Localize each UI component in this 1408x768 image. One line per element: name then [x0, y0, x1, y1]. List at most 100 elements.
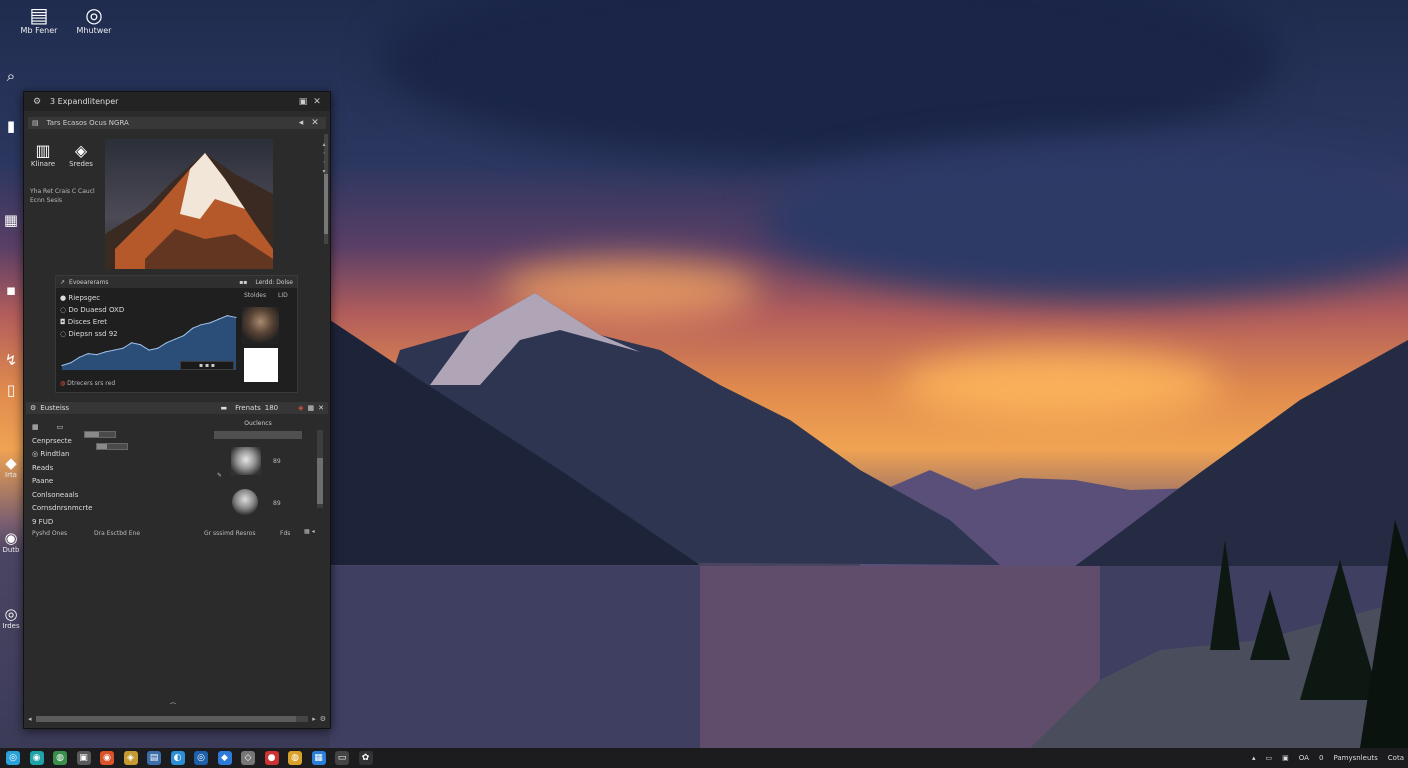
pen-icon[interactable]: ✎ — [217, 472, 222, 479]
side-icon-diamond[interactable]: ◆ Irta — [0, 455, 22, 479]
grid-icon: ▦ — [3, 211, 19, 229]
settings-icon[interactable]: ⚙ — [30, 404, 36, 412]
tool-klinare[interactable]: ▥ Klinare — [26, 142, 60, 169]
close-icon[interactable]: ✕ — [318, 404, 324, 412]
side-icon-disc[interactable]: ◉ Dutb — [0, 530, 22, 554]
desktop-icon-target[interactable]: ◎ Mhutwer — [72, 4, 116, 35]
app-icon[interactable]: ◎ — [194, 751, 208, 765]
side-icon-file[interactable]: ▯ — [0, 382, 22, 398]
side-icon-search[interactable]: ⌕ — [0, 68, 22, 84]
store-icon[interactable]: ◈ — [123, 751, 138, 765]
slider-control[interactable] — [84, 431, 116, 438]
footer-left: Pyshd Ones — [32, 530, 68, 537]
list-item[interactable]: Cornsdnrsnmcrte — [32, 502, 92, 516]
chrome-icon[interactable]: ◍ — [53, 751, 67, 765]
side-icon-record[interactable]: ◎ Irdes — [0, 606, 22, 630]
grid-icon[interactable]: ▦ ◂ — [304, 528, 315, 535]
thumbnail-portrait[interactable] — [242, 307, 279, 344]
toolbar-icon[interactable]: ▬ — [220, 404, 227, 412]
chrome2-icon[interactable]: ◍ — [288, 751, 302, 765]
side-icon-share[interactable]: ↯ — [0, 352, 22, 368]
tray-date[interactable]: Cota — [1388, 754, 1404, 762]
data-point — [87, 353, 89, 355]
preview-side-controls[interactable]: ▴ ◦ ◦ ▾ — [322, 140, 326, 176]
chart-icon: ↗ — [60, 278, 66, 286]
list-item[interactable]: ● Riepsgec — [60, 292, 124, 304]
chevron-up-icon[interactable]: ▴ — [1252, 754, 1256, 762]
scrollbar-thumb[interactable] — [324, 174, 328, 234]
display-icon[interactable]: ▣ — [1282, 754, 1289, 762]
scrollbar-thumb[interactable] — [317, 458, 323, 504]
tool-sredes[interactable]: ◈ Sredes — [64, 142, 98, 169]
tab-close-button[interactable]: ✕ — [308, 118, 322, 128]
section-right-value: 180 — [264, 404, 279, 412]
settings-icon[interactable]: ⚙ — [320, 715, 326, 723]
start-icon[interactable]: ◎ — [6, 751, 20, 765]
music-icon[interactable]: ◉ — [100, 751, 114, 765]
disc-icon: ◉ — [4, 529, 18, 547]
tab-bar[interactable]: ▤ Tars Ecasos Ocus NGRA ◂ ✕ — [28, 117, 326, 129]
pane-label: Ouclencs — [244, 420, 272, 427]
warning-icon[interactable]: ◈ — [298, 404, 303, 412]
photos-icon[interactable]: ◇ — [241, 751, 255, 765]
battery-icon[interactable]: ▭ — [1266, 754, 1273, 762]
panel-menu-icon[interactable]: ▪▪ — [239, 279, 247, 286]
edge-icon[interactable]: ◐ — [170, 751, 185, 765]
data-point — [70, 362, 72, 364]
list-item[interactable]: ◎ Rindtlan — [32, 448, 92, 462]
terminal-icon[interactable]: ▭ — [335, 751, 349, 765]
file-icon: ▯ — [6, 381, 16, 399]
record-icon[interactable]: ● — [264, 751, 279, 765]
tag-label: 89 — [273, 458, 281, 465]
tray-clock[interactable]: Pamysnleuts — [1333, 754, 1377, 762]
desktop-icon-files[interactable]: ▤ Mb Fener — [18, 4, 60, 35]
calendar-icon[interactable]: ▤ — [147, 751, 161, 765]
maximize-button[interactable]: ▣ — [296, 97, 310, 107]
scroll-left-icon[interactable]: ◂ — [28, 715, 32, 723]
scroll-right-icon[interactable]: ▸ — [312, 715, 316, 723]
tab-label[interactable]: Tars Ecasos Ocus NGRA — [47, 119, 294, 127]
mail-icon[interactable]: ▣ — [76, 751, 91, 765]
side-icon-bookmark[interactable]: ▮ — [0, 118, 22, 134]
pane-scrollbar[interactable] — [317, 430, 323, 508]
avatar[interactable] — [231, 447, 261, 475]
list-item[interactable]: Paane — [32, 475, 92, 489]
browser-icon[interactable]: ◉ — [29, 751, 44, 765]
avatar[interactable] — [232, 489, 258, 515]
image-preview[interactable] — [105, 139, 273, 269]
list-item[interactable]: 9 FUD — [32, 516, 92, 530]
window-titlebar[interactable]: ⚙ 3 Expandlitenper ▣ ✕ — [24, 92, 330, 111]
playback-controls[interactable]: ▪ ▪ ▪ — [180, 361, 234, 370]
tab-menu-icon[interactable]: ▤ — [32, 119, 39, 127]
resize-grip-icon[interactable]: ⌒ — [170, 701, 176, 710]
close-button[interactable]: ✕ — [310, 97, 324, 107]
data-point — [96, 353, 98, 356]
scrollbar-thumb[interactable] — [35, 716, 296, 722]
search-icon: ⌕ — [6, 67, 16, 85]
tray-label[interactable]: 0 — [1319, 754, 1323, 762]
tag-label: 89 — [273, 500, 281, 507]
list-item[interactable]: Reads — [32, 462, 92, 476]
thumbnail-blank[interactable] — [244, 348, 278, 382]
diamond-icon: ◆ — [5, 454, 17, 472]
data-point — [165, 342, 167, 344]
side-icon-pin[interactable]: ▪ — [0, 282, 22, 298]
list-item[interactable]: Conlsoneaals — [32, 489, 92, 503]
section-header: ⚙ Eusteiss ▬ Frenats 180 ◈ ▦ ✕ — [26, 402, 328, 414]
side-icon-grid[interactable]: ▦ — [0, 212, 22, 228]
app-menu-icon[interactable]: ⚙ — [30, 97, 44, 107]
slider-control[interactable] — [96, 443, 128, 450]
horizontal-scrollbar[interactable]: ◂ ▸ ⚙ — [28, 714, 326, 724]
grid-icon[interactable]: ▦ — [308, 404, 315, 412]
collapse-icon[interactable]: ◂ — [294, 118, 308, 128]
settings-icon[interactable]: ✿ — [358, 751, 373, 765]
window-title: 3 Expandlitenper — [50, 97, 119, 106]
files-icon[interactable]: ▦ — [311, 751, 326, 765]
pane-search-bar[interactable] — [214, 431, 302, 439]
record-icon: ◎ — [4, 605, 18, 623]
bookmark-icon: ▮ — [6, 117, 16, 135]
scroll-track[interactable] — [35, 716, 309, 722]
tray-label[interactable]: OA — [1299, 754, 1309, 762]
drive-icon[interactable]: ◆ — [217, 751, 232, 765]
data-point — [235, 316, 237, 319]
